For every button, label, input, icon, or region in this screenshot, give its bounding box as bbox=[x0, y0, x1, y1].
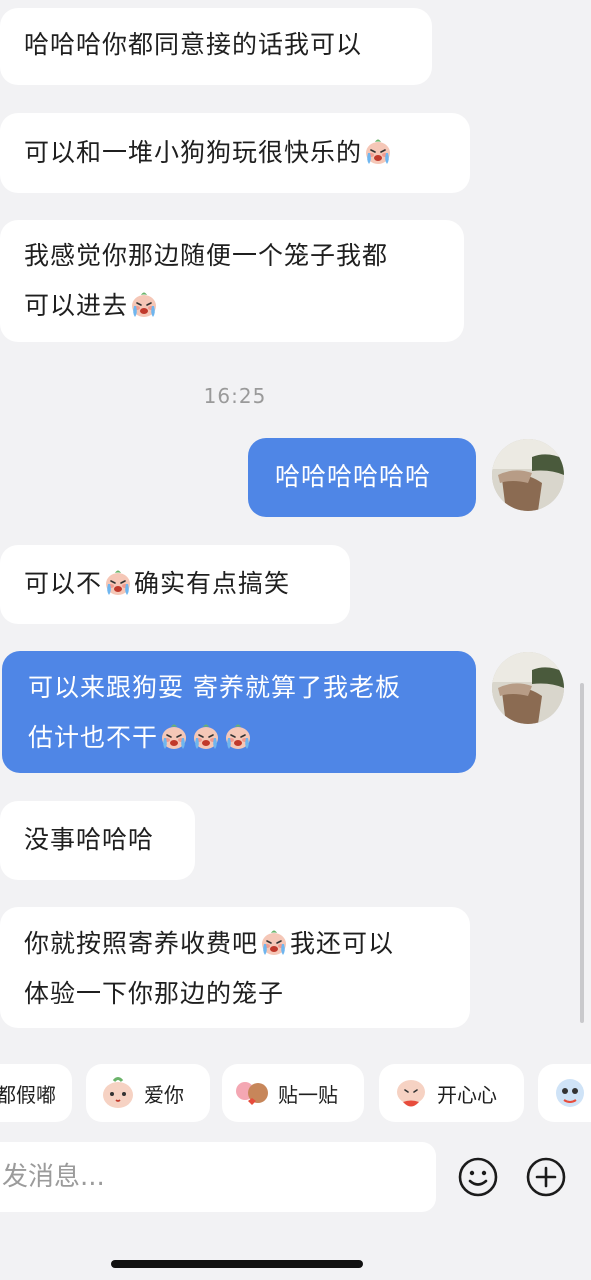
crying-face-emoji-icon bbox=[103, 567, 133, 597]
message-text: 你就按照寄养收费吧 bbox=[24, 929, 259, 958]
message-text: 可以来跟狗耍 寄养就算了我老板 bbox=[28, 673, 401, 702]
love-sticker-icon bbox=[103, 1077, 133, 1108]
incoming-message[interactable]: 没事哈哈哈 bbox=[0, 801, 195, 880]
incoming-message[interactable]: 可以和一堆小狗狗玩很快乐的 bbox=[0, 113, 470, 193]
message-text: 我感觉你那边随便一个笼子我都 bbox=[24, 241, 389, 270]
message-text: 哈哈哈你都同意接的话我可以 bbox=[24, 30, 363, 59]
sticker-chip[interactable]: 贴一贴 bbox=[222, 1064, 364, 1122]
my-avatar[interactable] bbox=[492, 652, 564, 724]
message-text: 没事哈哈哈 bbox=[24, 825, 155, 854]
crying-face-emoji-icon bbox=[363, 136, 393, 166]
scrollbar[interactable] bbox=[580, 683, 584, 1023]
incoming-message[interactable]: 我感觉你那边随便一个笼子我都 可以进去 bbox=[0, 220, 464, 342]
sticker-suggestion-bar: 都假嘟 爱你 贴一贴 开心心 bbox=[0, 1064, 591, 1126]
crying-face-emoji-icon bbox=[223, 721, 253, 751]
sticker-label: 开心心 bbox=[437, 1082, 497, 1107]
message-text: 哈哈哈哈哈哈 bbox=[275, 462, 432, 491]
hug-sticker-icon bbox=[236, 1082, 268, 1105]
sticker-label: 贴一贴 bbox=[278, 1082, 338, 1107]
sticker-chip[interactable] bbox=[538, 1064, 591, 1122]
sticker-chip[interactable]: 爱你 bbox=[86, 1064, 210, 1122]
message-text: 可以和一堆小狗狗玩很快乐的 bbox=[24, 138, 363, 167]
message-text: 确实有点搞笑 bbox=[134, 569, 291, 598]
crying-face-emoji-icon bbox=[259, 927, 289, 957]
home-indicator[interactable] bbox=[111, 1260, 363, 1268]
message-input-placeholder: 发消息... bbox=[2, 1162, 105, 1192]
message-input[interactable]: 发消息... bbox=[0, 1142, 436, 1212]
add-button-icon[interactable] bbox=[526, 1157, 566, 1197]
sticker-chip[interactable]: 开心心 bbox=[379, 1064, 524, 1122]
avatar-photo-icon bbox=[492, 439, 564, 511]
outgoing-message[interactable]: 可以来跟狗耍 寄养就算了我老板 估计也不干 bbox=[2, 651, 476, 773]
crying-face-emoji-icon bbox=[191, 721, 221, 751]
incoming-message[interactable]: 哈哈哈你都同意接的话我可以 bbox=[0, 8, 432, 85]
happy-sticker-icon bbox=[397, 1080, 425, 1107]
message-text: 可以不 bbox=[24, 569, 103, 598]
sticker-icon bbox=[556, 1079, 584, 1107]
emoji-button-icon[interactable] bbox=[458, 1157, 498, 1197]
my-avatar[interactable] bbox=[492, 439, 564, 511]
sticker-label: 都假嘟 bbox=[0, 1082, 56, 1107]
incoming-message[interactable]: 可以不 确实有点搞笑 bbox=[0, 545, 350, 624]
message-text: 体验一下你那边的笼子 bbox=[24, 979, 285, 1008]
incoming-message[interactable]: 你就按照寄养收费吧 我还可以 体验一下你那边的笼子 bbox=[0, 907, 470, 1028]
message-text: 可以进去 bbox=[24, 291, 129, 320]
timestamp: 16:25 bbox=[203, 384, 267, 408]
sticker-label: 爱你 bbox=[144, 1082, 184, 1107]
crying-face-emoji-icon bbox=[159, 721, 189, 751]
sticker-chip[interactable]: 都假嘟 bbox=[0, 1064, 72, 1122]
outgoing-message[interactable]: 哈哈哈哈哈哈 bbox=[248, 438, 476, 517]
crying-face-emoji-icon bbox=[129, 289, 159, 319]
message-text: 我还可以 bbox=[290, 929, 395, 958]
message-text: 估计也不干 bbox=[28, 723, 159, 752]
avatar-photo-icon bbox=[492, 652, 564, 724]
